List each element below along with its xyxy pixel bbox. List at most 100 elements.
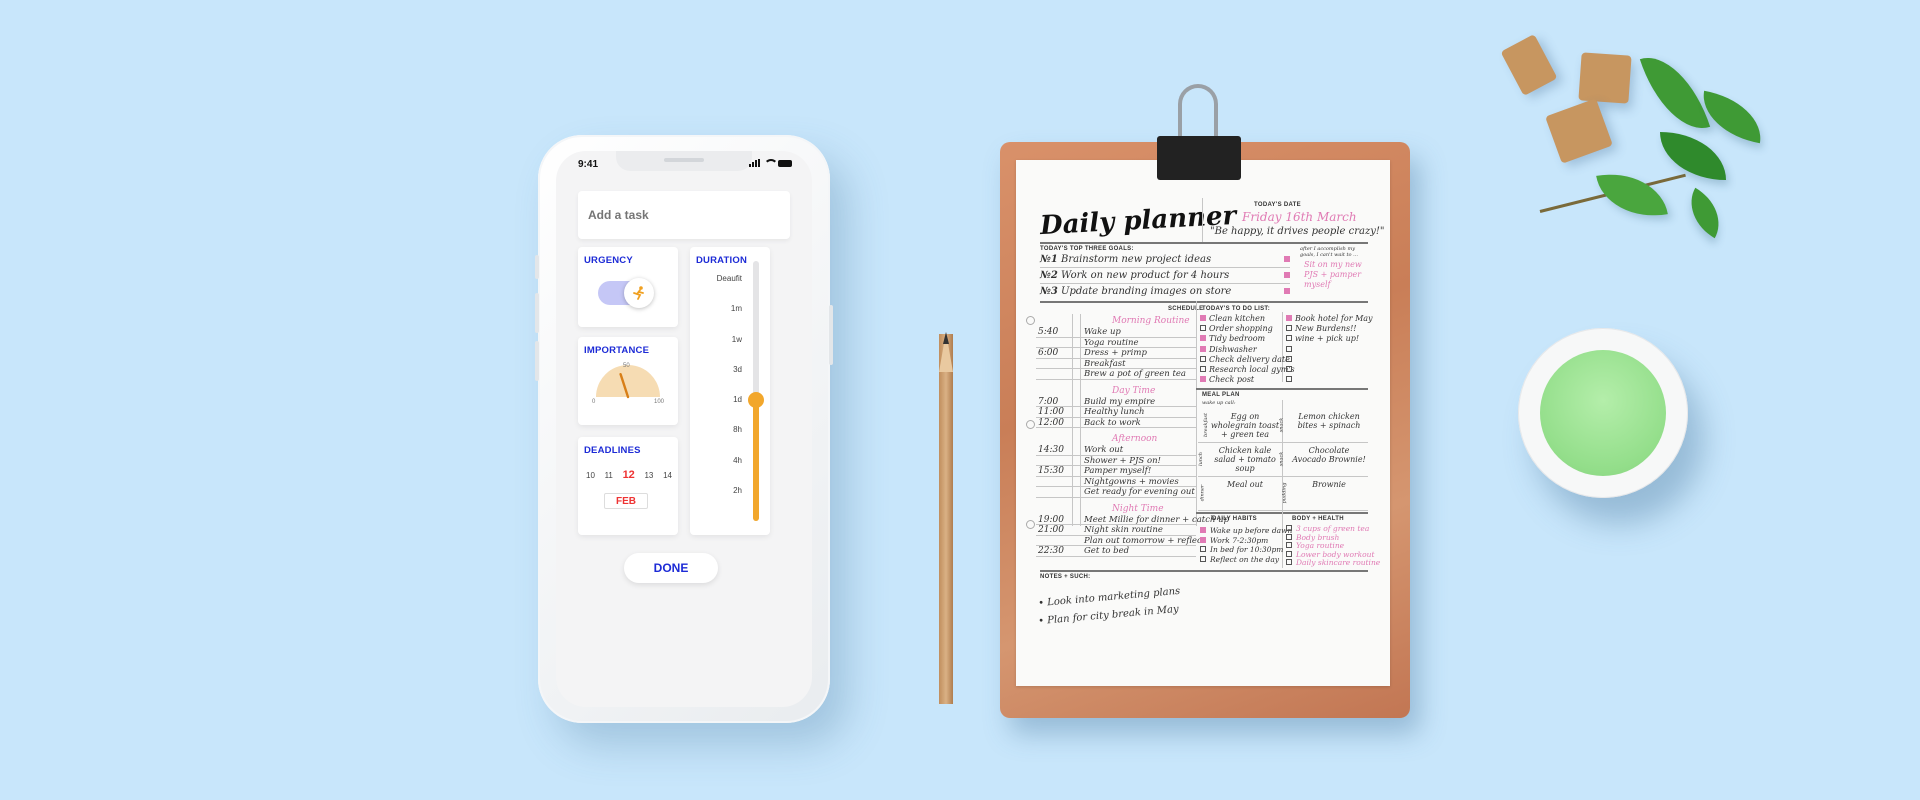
schedule-time: 14:30 xyxy=(1038,445,1064,455)
duration-slider-thumb[interactable] xyxy=(748,392,764,409)
duration-option[interactable]: Deaufit xyxy=(717,274,742,305)
todo-checkbox[interactable] xyxy=(1200,355,1206,362)
urgency-title: URGENCY xyxy=(584,255,633,266)
notes-label: NOTES + SUCH: xyxy=(1040,574,1091,580)
signal-icon xyxy=(749,159,760,167)
habit-checkbox[interactable] xyxy=(1200,546,1206,552)
duration-option[interactable]: 1m xyxy=(717,305,742,335)
schedule-entry: Breakfast xyxy=(1084,358,1126,369)
meal-entry: Egg on wholegrain toast + green tea xyxy=(1210,412,1280,439)
todo-checkbox[interactable] xyxy=(1286,376,1292,383)
importance-card: IMPORTANCE 50 0 100 xyxy=(578,337,678,425)
health-checkbox[interactable] xyxy=(1286,525,1292,531)
schedule-entry: Back to work xyxy=(1084,417,1141,428)
habit-checkbox[interactable] xyxy=(1200,527,1206,533)
schedule-block-header: Night Time xyxy=(1112,503,1164,514)
gauge-max-label: 100 xyxy=(654,399,665,405)
schedule-time: 5:40 xyxy=(1038,327,1059,337)
todo-checkbox[interactable] xyxy=(1200,366,1206,372)
urgency-toggle[interactable] xyxy=(598,278,654,308)
date-option[interactable]: 13 xyxy=(644,471,653,480)
health-checkbox[interactable] xyxy=(1286,533,1292,540)
todo-checkbox[interactable] xyxy=(1286,335,1292,342)
health-checkbox[interactable] xyxy=(1286,559,1292,565)
wifi-icon xyxy=(764,159,778,167)
date-option-selected[interactable]: 12 xyxy=(623,469,635,481)
sugar-cube xyxy=(1578,52,1632,104)
meal-slot: breakfast xyxy=(1202,413,1209,437)
tea-cup xyxy=(1518,328,1688,498)
schedule-time: 6:00 xyxy=(1038,348,1059,358)
todo-checkbox[interactable] xyxy=(1200,376,1206,383)
mint-leaf xyxy=(1660,132,1726,180)
todo-checkbox[interactable] xyxy=(1286,325,1292,332)
schedule-entry: Yoga routine xyxy=(1084,337,1139,348)
month-selector[interactable]: FEB xyxy=(604,493,648,509)
todo-item: Research local gym's xyxy=(1209,365,1295,374)
habit-item: In bed for 10:30pm xyxy=(1210,545,1284,554)
meal-slot: lunch xyxy=(1198,451,1205,467)
running-person-icon xyxy=(624,278,654,308)
schedule-block-header: Day Time xyxy=(1112,385,1156,396)
gauge-min-label: 0 xyxy=(592,399,596,405)
schedule-entry: Get to bed xyxy=(1084,546,1130,556)
duration-option[interactable]: 1w xyxy=(717,335,742,366)
schedule-time: 7:00 xyxy=(1038,396,1059,407)
duration-slider[interactable] xyxy=(748,261,764,521)
habit-checkbox[interactable] xyxy=(1200,536,1206,543)
duration-option[interactable]: 8h xyxy=(717,426,742,456)
planner-quote: "Be happy, it drives people crazy!" xyxy=(1210,226,1385,237)
meal-slot: snack xyxy=(1278,417,1285,433)
pencil xyxy=(939,334,953,704)
deadlines-title: DEADLINES xyxy=(584,445,641,456)
deadlines-card: DEADLINES 10 11 12 13 14 FEB xyxy=(578,437,678,535)
todo-item: wine + pick up! xyxy=(1295,334,1360,344)
duration-option[interactable]: 1d xyxy=(717,396,742,426)
schedule-entry: Night skin routine xyxy=(1084,525,1163,535)
goal-checkbox[interactable] xyxy=(1284,288,1290,294)
todo-checkbox[interactable] xyxy=(1286,315,1292,321)
habit-item: Wake up before dawn xyxy=(1210,526,1293,535)
urgency-card: URGENCY xyxy=(578,247,678,327)
health-label: BODY + HEALTH xyxy=(1292,516,1344,522)
date-option[interactable]: 10 xyxy=(586,471,595,480)
todo-checkbox[interactable] xyxy=(1200,345,1206,352)
date-option[interactable]: 14 xyxy=(663,471,672,480)
app-screen: 9:41 URGENCY IMPORTANCE xyxy=(556,151,812,707)
mint-leaf xyxy=(1639,44,1711,142)
todo-checkbox[interactable] xyxy=(1200,315,1206,321)
smartphone-mockup: 9:41 URGENCY IMPORTANCE xyxy=(535,135,833,723)
date-option[interactable]: 11 xyxy=(605,471,613,480)
reward-label: after I accomplish my goals, I can't wai… xyxy=(1300,246,1358,258)
schedule-time: 11:00 xyxy=(1038,407,1064,417)
todo-item: Book hotel for May xyxy=(1295,314,1373,323)
planner-date: Friday 16th March xyxy=(1242,210,1357,224)
schedule-entry: Pamper myself! xyxy=(1084,466,1152,476)
todo-label: TODAY'S TO DO LIST: xyxy=(1202,306,1271,312)
meal-slot: snack xyxy=(1278,451,1285,467)
schedule-entry: Build my empire xyxy=(1084,396,1156,407)
health-checkbox[interactable] xyxy=(1286,550,1292,557)
health-checkbox[interactable] xyxy=(1286,542,1292,548)
add-task-input[interactable] xyxy=(578,191,790,239)
schedule-block-header: Morning Routine xyxy=(1112,316,1190,326)
done-button[interactable]: DONE xyxy=(624,553,718,583)
duration-option[interactable]: 3d xyxy=(717,365,742,396)
goal-checkbox[interactable] xyxy=(1284,272,1290,278)
goal-checkbox[interactable] xyxy=(1284,256,1290,262)
todo-checkbox[interactable] xyxy=(1286,355,1292,362)
todo-checkbox[interactable] xyxy=(1200,335,1206,342)
habit-checkbox[interactable] xyxy=(1200,555,1206,562)
todo-checkbox[interactable] xyxy=(1286,345,1292,352)
goal-2: №2 Work on new product for 4 hours xyxy=(1040,270,1230,281)
battery-icon xyxy=(778,159,792,167)
duration-option[interactable]: 4h xyxy=(717,456,742,487)
schedule-time: 22:30 xyxy=(1038,546,1064,556)
todo-checkbox[interactable] xyxy=(1200,325,1206,332)
todo-checkbox[interactable] xyxy=(1286,366,1292,372)
goals-label: TODAY'S TOP THREE GOALS: xyxy=(1040,246,1134,252)
duration-option[interactable]: 2h xyxy=(717,487,742,517)
importance-gauge[interactable] xyxy=(578,337,678,417)
todo-item: Tidy bedroom xyxy=(1209,334,1266,344)
todo-item: Order shopping xyxy=(1209,324,1273,334)
